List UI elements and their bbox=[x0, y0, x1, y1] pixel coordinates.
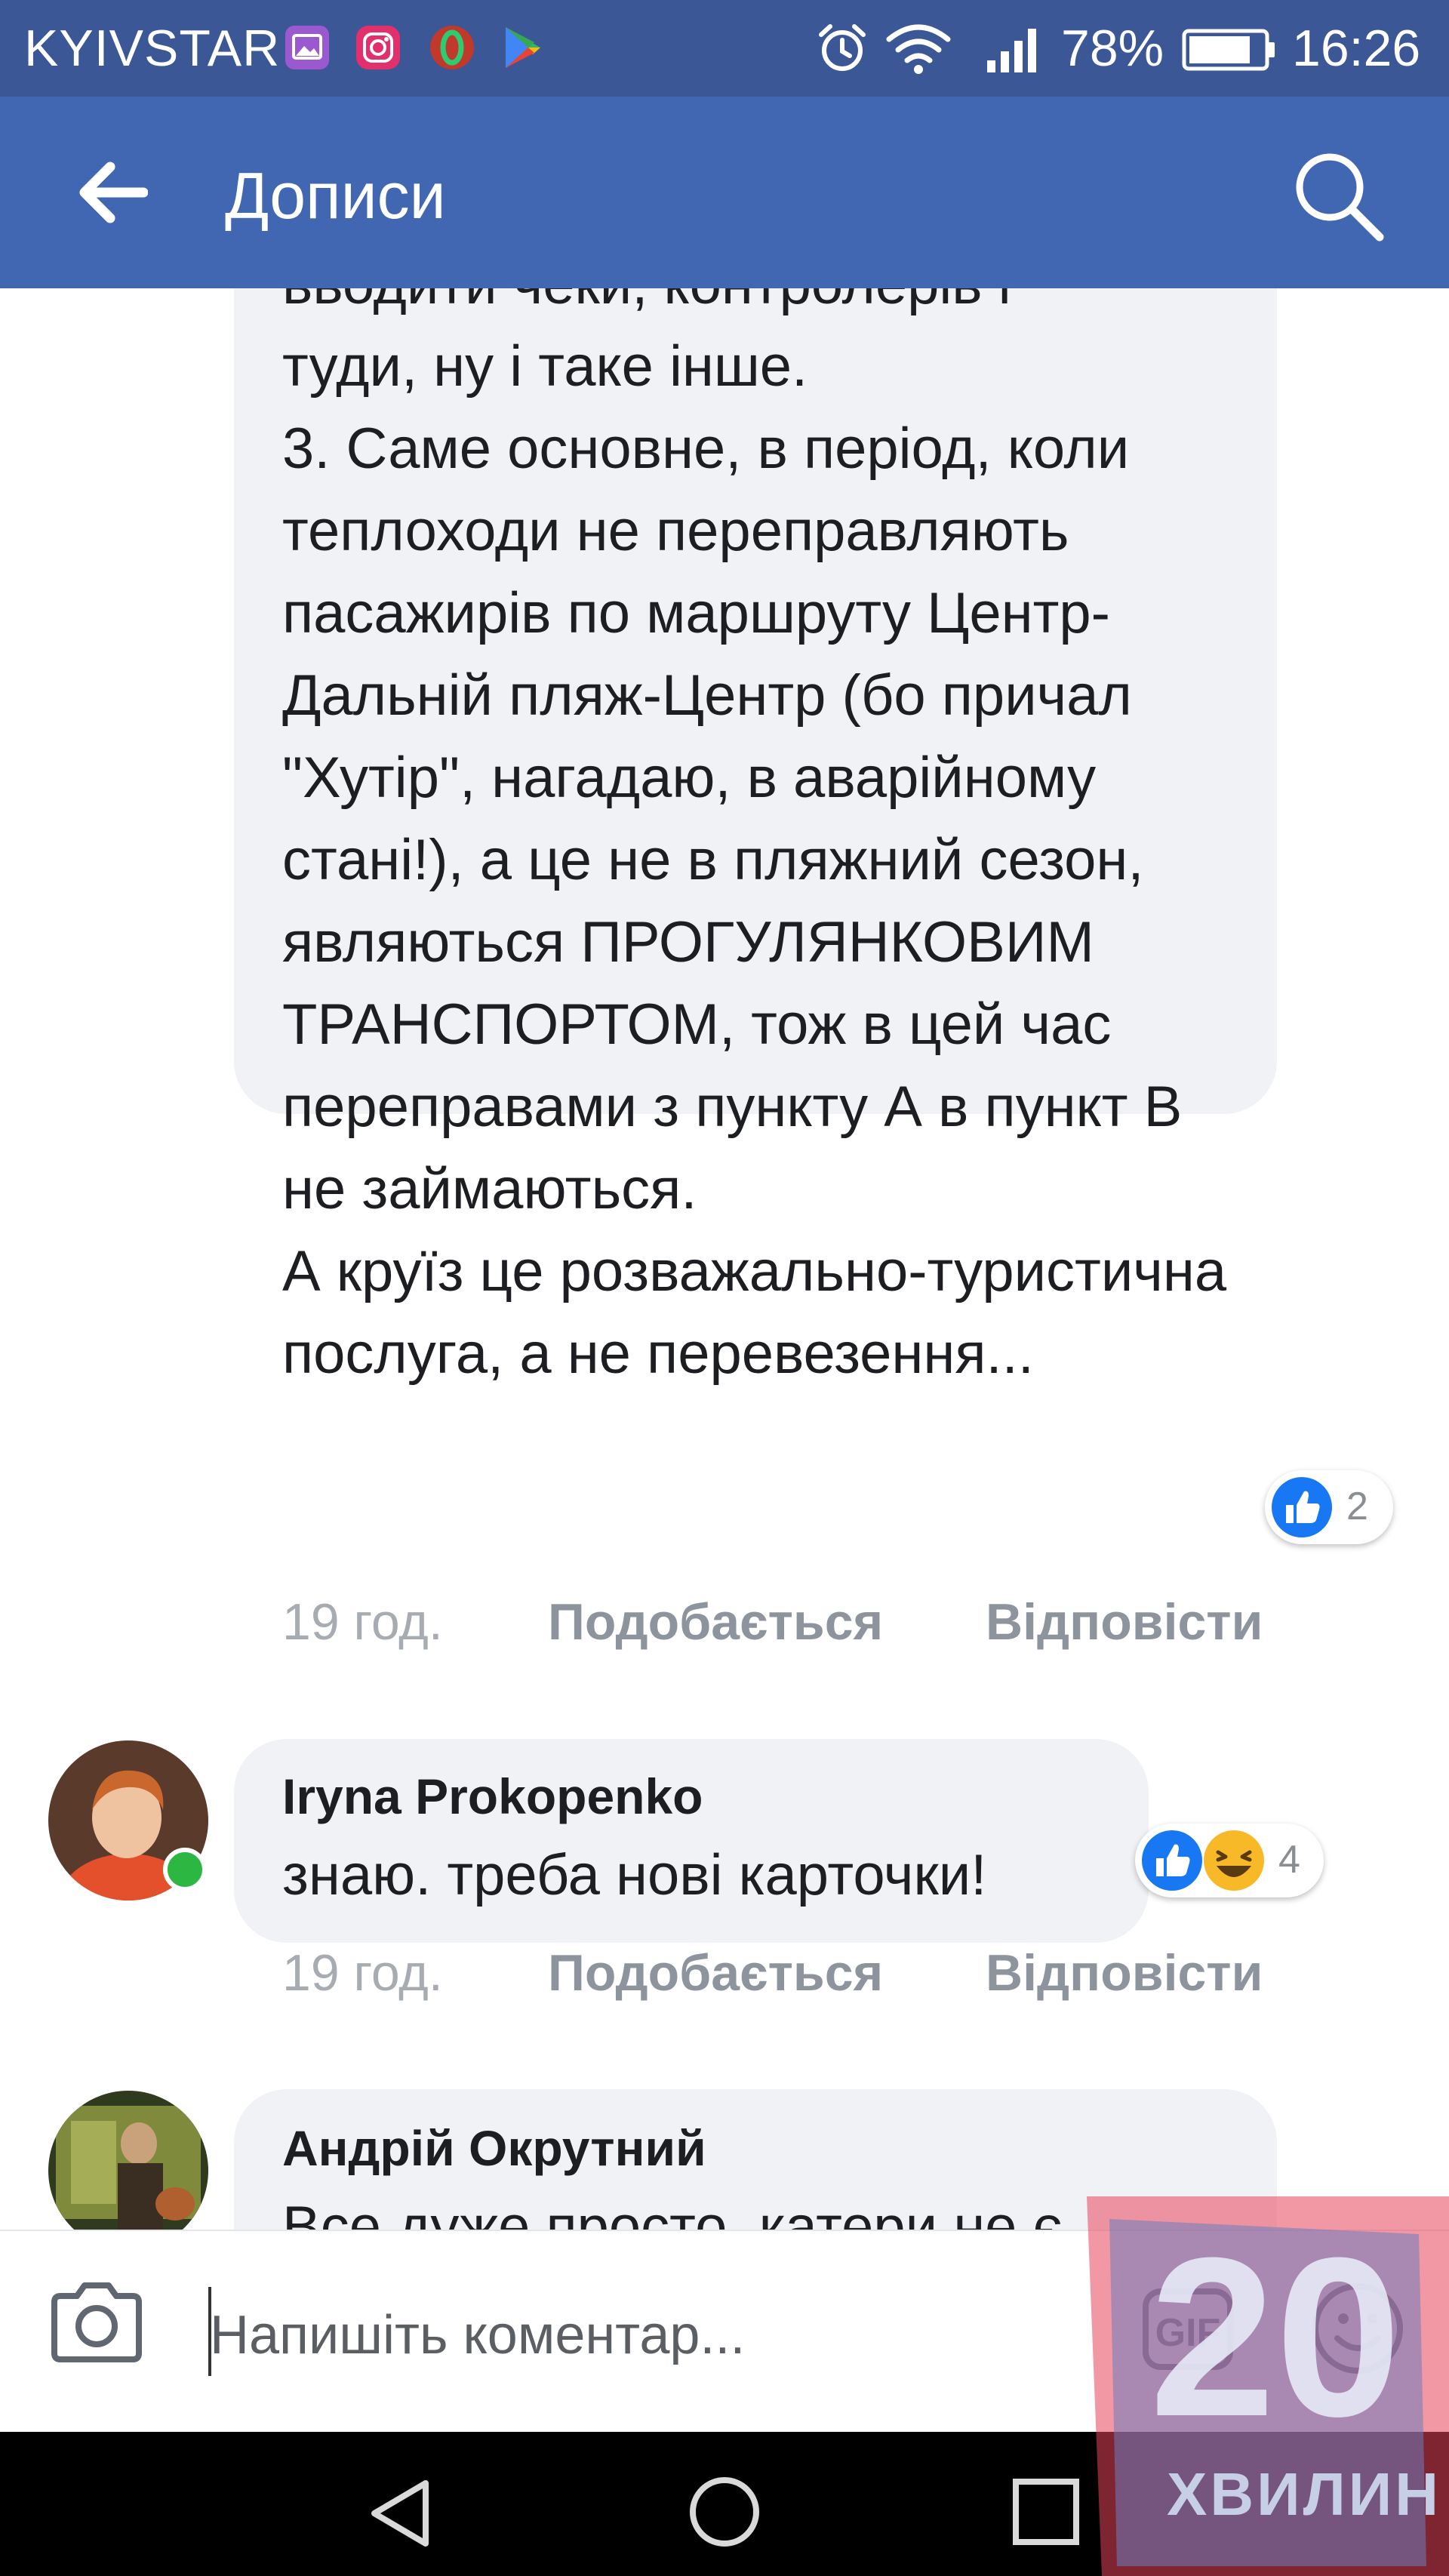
back-arrow-icon[interactable] bbox=[75, 155, 148, 230]
opera-icon bbox=[430, 26, 474, 69]
battery-percentage: 78% bbox=[1061, 20, 1164, 77]
comment-text: знаю. треба нові карточки! bbox=[282, 1843, 987, 1907]
search-icon[interactable] bbox=[1287, 145, 1386, 243]
comment-input[interactable]: Напишіть коментар... bbox=[210, 2304, 745, 2367]
reaction-summary[interactable]: 4 bbox=[1135, 1824, 1324, 1897]
camera-icon[interactable] bbox=[48, 2281, 145, 2364]
gallery-icon bbox=[285, 26, 329, 69]
comments-list: вводити чеки, контролерів і туди, ну і т… bbox=[0, 288, 1449, 2230]
like-button[interactable]: Подобається bbox=[548, 1943, 883, 2003]
page-title: Дописи bbox=[225, 160, 446, 232]
avatar[interactable] bbox=[48, 2091, 208, 2230]
online-status-dot bbox=[163, 1848, 207, 1891]
comment-time: 19 год. bbox=[282, 1593, 443, 1651]
wifi-icon bbox=[886, 24, 951, 74]
comment-author[interactable]: Андрій Окрутний bbox=[282, 2118, 706, 2178]
reaction-count: 2 bbox=[1346, 1485, 1368, 1528]
instagram-icon bbox=[356, 26, 400, 69]
reply-button[interactable]: Відповісти bbox=[986, 1592, 1263, 1652]
like-icon bbox=[1142, 1830, 1202, 1891]
play-store-icon bbox=[506, 27, 540, 68]
haha-icon bbox=[1204, 1830, 1264, 1891]
app-bar bbox=[0, 97, 1449, 288]
clock: 16:26 bbox=[1292, 20, 1421, 77]
comment-text: вводити чеки, контролерів і туди, ну і т… bbox=[282, 288, 1227, 1386]
svg-text:20: 20 bbox=[1149, 2210, 1401, 2464]
nav-back-icon[interactable] bbox=[365, 2477, 438, 2550]
battery-icon bbox=[1182, 29, 1275, 71]
nav-recents-icon[interactable] bbox=[1011, 2477, 1081, 2547]
signal-icon bbox=[987, 29, 1036, 72]
like-icon bbox=[1272, 1477, 1332, 1537]
nav-home-icon[interactable] bbox=[687, 2474, 762, 2550]
alarm-icon bbox=[819, 24, 866, 71]
watermark-text: ХВИЛИН bbox=[1167, 2461, 1442, 2528]
reaction-summary[interactable]: 2 bbox=[1265, 1470, 1393, 1544]
like-button[interactable]: Подобається bbox=[548, 1592, 883, 1652]
comment-time: 19 год. bbox=[282, 1944, 443, 2002]
carrier-name: KYIVSTAR bbox=[24, 20, 281, 77]
reaction-count: 4 bbox=[1278, 1838, 1300, 1882]
status-bar: KYIVSTAR 78% 16:26 bbox=[0, 0, 1449, 97]
comment-author[interactable]: Iryna Prokopenko bbox=[282, 1766, 703, 1827]
reply-button[interactable]: Відповісти bbox=[986, 1943, 1263, 2003]
